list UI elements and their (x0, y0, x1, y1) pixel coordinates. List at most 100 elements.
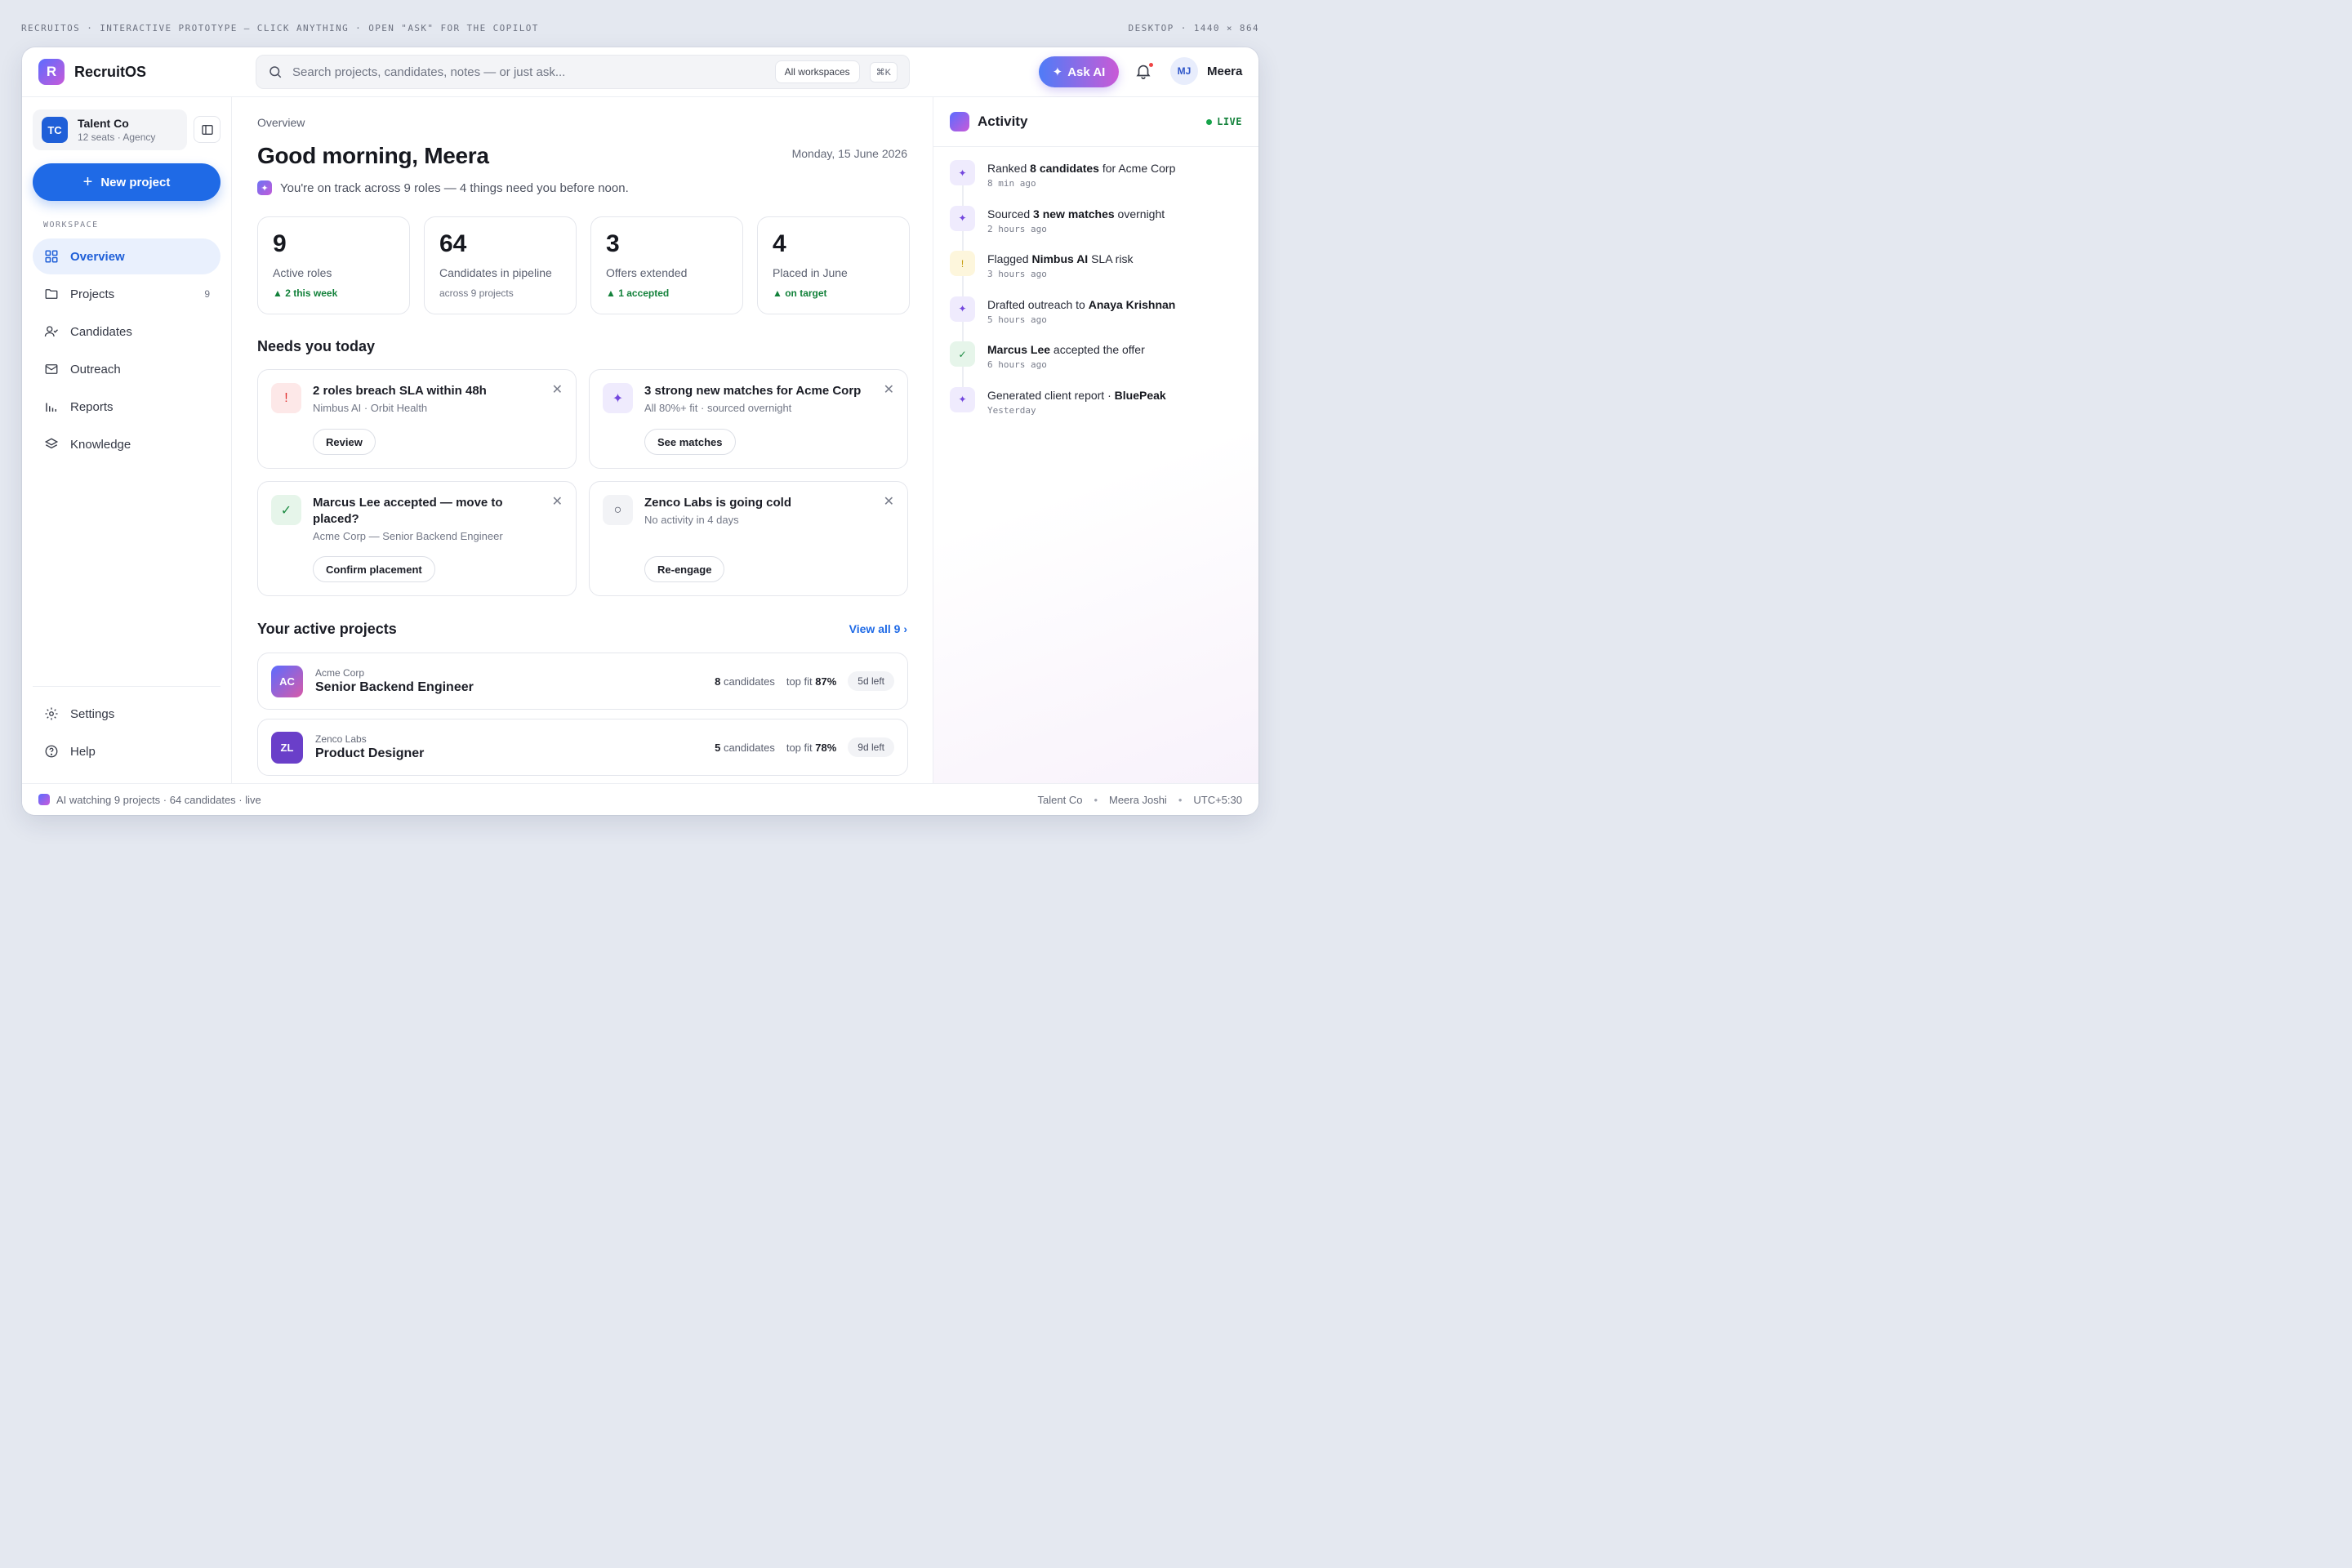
sparkle-icon: ✦ (603, 383, 633, 413)
search-input[interactable] (292, 65, 775, 79)
sidebar-item-settings[interactable]: Settings (33, 696, 220, 732)
activity-time: 3 hours ago (987, 269, 1047, 280)
stat-label: Active roles (273, 266, 332, 279)
new-project-label: New project (100, 175, 171, 189)
search-icon (270, 66, 282, 78)
brand[interactable]: R RecruitOS (38, 59, 146, 85)
activity-text: Generated client report · BluePeak (987, 388, 1166, 402)
close-icon[interactable]: ✕ (884, 381, 894, 398)
stat-label: Offers extended (606, 266, 688, 279)
close-icon[interactable]: ✕ (552, 381, 563, 398)
sparkle-icon: ✦ (950, 386, 975, 412)
search-bar[interactable]: All workspaces ⌘K (256, 55, 910, 89)
stats-row: 9 Active roles ▲ 2 this week 64 Candidat… (257, 216, 910, 314)
breadcrumb: Overview (257, 116, 305, 129)
plus-icon: + (82, 172, 93, 191)
stat-trend: ▲ 2 this week (273, 287, 338, 299)
sidebar-item-label: Projects (70, 287, 115, 301)
task-sub: Nimbus AI · Orbit Health (313, 402, 428, 414)
sparkle-icon: ✦ (950, 160, 975, 185)
activity-item[interactable]: ✓ Marcus Lee accepted the offer 6 hours … (950, 341, 1244, 387)
activity-item[interactable]: ✦ Drafted outreach to Anaya Krishnan 5 h… (950, 296, 1244, 342)
stat-card-active-roles[interactable]: 9 Active roles ▲ 2 this week (257, 216, 410, 314)
stat-card-candidates[interactable]: 64 Candidates in pipeline across 9 proje… (424, 216, 577, 314)
task-title: 2 roles breach SLA within 48h (313, 384, 487, 398)
sidebar-item-projects[interactable]: Projects 9 (33, 276, 220, 312)
user-name: Meera (1207, 64, 1243, 78)
grid-icon (45, 250, 58, 263)
project-client: Zenco Labs (315, 733, 367, 745)
activity-divider (933, 146, 1258, 147)
new-project-button[interactable]: + New project (33, 163, 220, 201)
check-icon: ✓ (271, 495, 301, 525)
activity-header: Activity LIVE (950, 111, 1242, 132)
task-title: 3 strong new matches for Acme Corp (644, 384, 862, 398)
activity-item[interactable]: ✦ Sourced 3 new matches overnight 2 hour… (950, 205, 1244, 252)
task-sub: No activity in 4 days (644, 514, 739, 526)
candidate-count: 5 candidates (715, 741, 775, 754)
stat-value: 4 (773, 230, 786, 257)
workspace-section-label: WORKSPACE (43, 220, 99, 229)
project-row[interactable]: ZL Zenco Labs Product Designer 5 candida… (257, 719, 908, 776)
activity-text: Ranked 8 candidates for Acme Corp (987, 162, 1176, 175)
close-icon[interactable]: ✕ (552, 493, 563, 510)
collapse-sidebar-button[interactable] (194, 116, 220, 143)
task-card-sla[interactable]: ! 2 roles breach SLA within 48h Nimbus A… (257, 369, 577, 469)
sidebar-item-help[interactable]: Help (33, 733, 220, 769)
activity-text: Marcus Lee accepted the offer (987, 343, 1145, 357)
activity-time: 6 hours ago (987, 359, 1047, 371)
stat-card-placed[interactable]: 4 Placed in June ▲ on target (757, 216, 910, 314)
task-title: Zenco Labs is going cold (644, 496, 792, 510)
footer-user: Meera Joshi (1109, 793, 1167, 806)
live-label: LIVE (1217, 116, 1242, 127)
org-switcher[interactable]: TC Talent Co 12 seats · Agency (33, 109, 187, 150)
help-icon (45, 745, 58, 758)
activity-item[interactable]: ✦ Ranked 8 candidates for Acme Corp 8 mi… (950, 160, 1244, 206)
see-matches-button[interactable]: See matches (644, 429, 736, 455)
alert-icon: ! (271, 383, 301, 413)
mail-icon (45, 364, 58, 374)
re-engage-button[interactable]: Re-engage (644, 556, 725, 582)
activity-item[interactable]: ! Flagged Nimbus AI SLA risk 3 hours ago (950, 251, 1244, 296)
activity-timeline: ✦ Ranked 8 candidates for Acme Corp 8 mi… (950, 160, 1244, 433)
sidebar-item-overview[interactable]: Overview (33, 238, 220, 274)
footer-timezone: UTC+5:30 (1193, 793, 1242, 806)
sidebar-item-label: Overview (70, 249, 125, 264)
sidebar-item-candidates[interactable]: Candidates (33, 314, 220, 350)
workspace-filter[interactable]: All workspaces (774, 60, 860, 83)
notifications-button[interactable] (1134, 62, 1156, 83)
ai-status-icon (38, 794, 50, 805)
ask-ai-label: Ask AI (1067, 65, 1106, 79)
sparkle-icon: ✦ (950, 296, 975, 322)
top-bar: R RecruitOS All workspaces ⌘K ✦ Ask AI M… (22, 47, 1258, 97)
org-name: Talent Co (78, 117, 129, 130)
activity-item[interactable]: ✦ Generated client report · BluePeak Yes… (950, 386, 1244, 433)
sidebar-divider (33, 686, 220, 687)
task-card-matches[interactable]: ✦ 3 strong new matches for Acme Corp All… (589, 369, 908, 469)
stat-card-offers[interactable]: 3 Offers extended ▲ 1 accepted (590, 216, 743, 314)
task-card-cold[interactable]: ○ Zenco Labs is going cold No activity i… (589, 481, 908, 596)
app-window: R RecruitOS All workspaces ⌘K ✦ Ask AI M… (22, 47, 1258, 815)
sidebar-item-reports[interactable]: Reports (33, 389, 220, 425)
ask-ai-button[interactable]: ✦ Ask AI (1039, 56, 1119, 87)
stat-trend: across 9 projects (439, 287, 514, 299)
task-card-placement[interactable]: ✓ Marcus Lee accepted — move to placed? … (257, 481, 577, 596)
sidebar-item-knowledge[interactable]: Knowledge (33, 426, 220, 462)
sidebar-item-outreach[interactable]: Outreach (33, 351, 220, 387)
candidate-count: 8 candidates (715, 675, 775, 688)
main-content: Overview Good morning, Meera Monday, 15 … (233, 97, 933, 783)
project-logo: ZL (271, 731, 303, 764)
user-menu[interactable]: MJ Meera (1170, 57, 1242, 85)
current-date: Monday, 15 June 2026 (791, 147, 907, 160)
task-grid: ! 2 roles breach SLA within 48h Nimbus A… (257, 369, 908, 596)
review-button[interactable]: Review (313, 429, 376, 455)
footer-org: Talent Co (1037, 793, 1083, 806)
close-icon[interactable]: ✕ (884, 493, 894, 510)
layers-icon (44, 438, 59, 449)
confirm-placement-button[interactable]: Confirm placement (313, 556, 435, 582)
task-title: Marcus Lee accepted — move to placed? (313, 496, 503, 526)
view-all-projects-link[interactable]: View all 9 › (849, 622, 907, 635)
activity-text: Flagged Nimbus AI SLA risk (987, 252, 1134, 266)
project-row[interactable]: AC Acme Corp Senior Backend Engineer 8 c… (257, 653, 908, 710)
stat-value: 3 (606, 230, 620, 257)
